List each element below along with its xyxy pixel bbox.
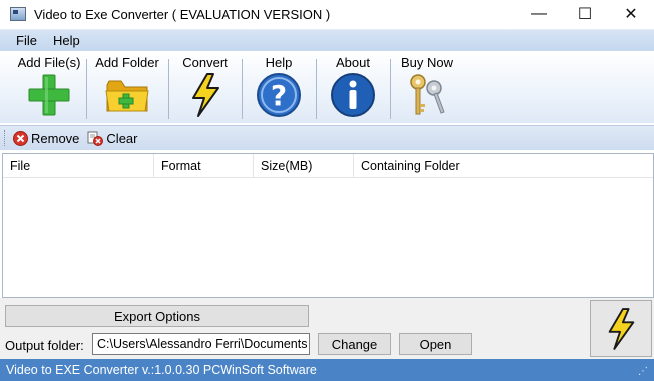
toolbar-separator [86,59,87,119]
menu-file[interactable]: File [8,33,45,48]
toolbar-grip[interactable] [4,130,7,146]
svg-text:?: ? [271,79,287,112]
clear-icon [87,131,104,146]
status-bar: Video to EXE Converter v.:1.0.0.30 PCWin… [0,359,654,381]
output-panel: Export Options Output folder: C:\Users\A… [0,298,654,359]
menu-help[interactable]: Help [45,33,88,48]
help-label: Help [265,55,293,70]
column-header-folder[interactable]: Containing Folder [354,154,652,178]
open-button[interactable]: Open [399,333,472,355]
list-header: File Format Size(MB) Containing Folder [3,154,653,178]
about-button[interactable]: About [320,51,386,123]
green-plus-icon [25,73,73,117]
convert-button[interactable]: Convert [172,51,238,123]
title-bar: Video to Exe Converter ( EVALUATION VERS… [0,0,654,28]
clear-label: Clear [106,130,138,146]
output-folder-field[interactable]: C:\Users\Alessandro Ferri\Documents [92,333,310,355]
change-button[interactable]: Change [318,333,391,355]
buy-now-button[interactable]: Buy Now [394,51,460,123]
maximize-icon: ☐ [577,6,593,23]
status-text: Video to EXE Converter v.:1.0.0.30 PCWin… [6,363,317,377]
menu-bar: File Help [0,29,654,51]
resize-grip-icon[interactable]: ⋰ [638,366,650,378]
folder-add-icon [103,73,151,117]
remove-icon [13,130,28,146]
close-button[interactable]: ✕ [608,0,654,28]
toolbar-separator [390,59,391,119]
help-icon: ? [255,73,303,117]
convert-label: Convert [182,55,228,70]
remove-button[interactable]: Remove [13,130,80,146]
window-controls: — ☐ ✕ [516,0,654,28]
close-icon: ✕ [624,6,638,23]
add-folder-button[interactable]: Add Folder [90,51,164,123]
app-icon [10,7,26,21]
column-header-format[interactable]: Format [154,154,254,178]
lightning-icon [608,307,635,350]
window-title: Video to Exe Converter ( EVALUATION VERS… [34,6,331,22]
about-label: About [336,55,370,70]
output-folder-label: Output folder: [5,338,84,353]
minimize-button[interactable]: — [516,0,562,28]
list-toolbar: Remove Clear [0,125,654,150]
file-list[interactable]: File Format Size(MB) Containing Folder [2,153,654,298]
help-button[interactable]: Help ? [246,51,312,123]
toolbar-separator [316,59,317,119]
add-files-button[interactable]: Add File(s) [12,51,86,123]
buy-now-label: Buy Now [400,55,454,70]
maximize-button[interactable]: ☐ [562,0,608,28]
column-header-file[interactable]: File [3,154,154,178]
toolbar-separator [168,59,169,119]
add-files-label: Add File(s) [17,55,81,70]
remove-label: Remove [31,130,80,146]
info-icon [329,73,377,117]
convert-big-button[interactable] [590,300,652,357]
add-folder-label: Add Folder [95,55,159,70]
main-toolbar: Add File(s) Add Folder Convert Help ? Ab… [0,51,654,123]
column-header-size[interactable]: Size(MB) [254,154,354,178]
lightning-icon [181,73,229,117]
keys-icon [403,73,451,117]
minimize-icon: — [531,5,547,22]
export-options-button[interactable]: Export Options [5,305,309,327]
clear-button[interactable]: Clear [87,130,138,146]
toolbar-separator [242,59,243,119]
